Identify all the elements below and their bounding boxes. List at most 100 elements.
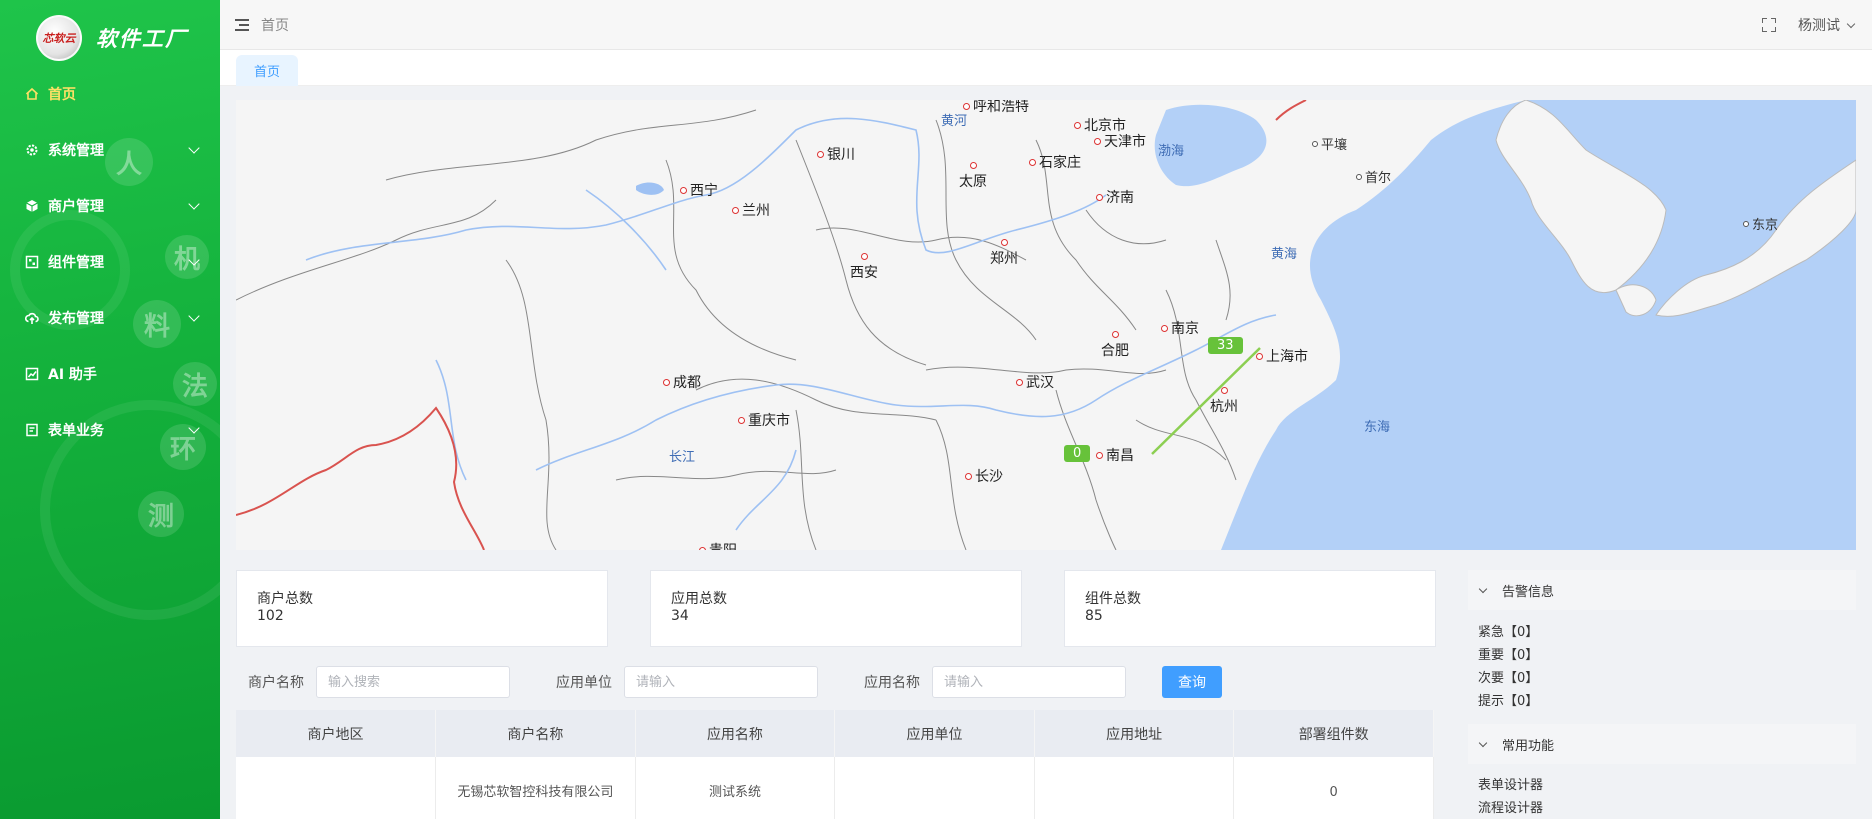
decor-bubble: 测 (138, 491, 184, 537)
alerts-list: 紧急【0】 重要【0】 次要【0】 提示【0】 (1478, 621, 1538, 713)
alerts-panel-header[interactable]: 告警信息 (1468, 570, 1856, 610)
column-header[interactable]: 部署组件数 (1233, 710, 1434, 757)
top-header: 首页 杨测试 (220, 0, 1872, 50)
chevron-down-icon (1478, 584, 1488, 593)
fullscreen-icon[interactable] (1762, 18, 1776, 32)
stat-value: 34 (671, 608, 689, 624)
table-row[interactable]: 无锡芯软智控科技有限公司 测试系统 0 (236, 757, 1434, 819)
city-label: 石家庄 (1029, 152, 1081, 172)
cube-icon (24, 198, 40, 214)
sidebar-item-component[interactable]: 组件管理 (0, 234, 220, 290)
app-table: 商户地区 商户名称 应用名称 应用单位 应用地址 部署组件数 无锡芯软智控科技有… (236, 710, 1434, 819)
column-header[interactable]: 应用名称 (635, 710, 836, 757)
sidebar-item-label: AI 助手 (48, 367, 97, 383)
chevron-down-icon (188, 198, 200, 210)
home-icon (24, 86, 40, 102)
cloud-upload-icon (24, 310, 40, 326)
tab-bar: 首页 (220, 50, 1872, 86)
city-label: 平壤 (1312, 134, 1347, 153)
alert-item: 次要【0】 (1478, 671, 1539, 686)
menu-toggle-icon[interactable] (235, 18, 249, 31)
form-icon (24, 422, 40, 438)
column-header[interactable]: 商户地区 (236, 710, 437, 757)
city-label: 合肥 (1101, 331, 1129, 360)
column-header[interactable]: 应用单位 (834, 710, 1035, 757)
common-item-flow-designer[interactable]: 流程设计器 (1478, 797, 1543, 819)
chevron-down-icon (188, 310, 200, 322)
alert-item: 重要【0】 (1478, 648, 1539, 663)
map-panel[interactable]: 黄河 渤海 黄海 东海 长江 呼和浩特 北京市 天津市 银川 石家庄 太原 西宁… (236, 100, 1856, 550)
common-list: 表单设计器 流程设计器 (1478, 774, 1543, 819)
common-item-form-designer[interactable]: 表单设计器 (1478, 774, 1543, 797)
common-panel-header[interactable]: 常用功能 (1468, 724, 1856, 764)
sidebar-item-merchant[interactable]: 商户管理 (0, 178, 220, 234)
app-unit-input[interactable] (624, 666, 818, 698)
merchant-name-input[interactable] (316, 666, 510, 698)
chevron-down-icon (1846, 19, 1856, 28)
column-header[interactable]: 商户名称 (435, 710, 636, 757)
sidebar-item-form[interactable]: 表单业务 (0, 402, 220, 458)
chevron-down-icon (1478, 738, 1488, 747)
chevron-down-icon (188, 142, 200, 154)
app-unit-label: 应用单位 (556, 675, 612, 691)
city-label: 南京 (1161, 318, 1199, 338)
water-label: 黄海 (1271, 247, 1298, 262)
chevron-down-icon (188, 422, 200, 434)
city-label: 呼和浩特 (963, 100, 1029, 116)
user-menu[interactable]: 杨测试 (1798, 15, 1856, 35)
city-label: 长沙 (965, 466, 1003, 486)
city-label: 武汉 (1016, 372, 1054, 392)
brand-logo: 芯软云 (36, 15, 82, 61)
table-cell (1034, 757, 1235, 819)
city-label: 兰州 (732, 200, 770, 220)
merchant-name-label: 商户名称 (248, 675, 304, 691)
stat-card-merchants: 商户总数 102 (236, 570, 608, 647)
sidebar-item-label: 系统管理 (48, 143, 104, 159)
gear-icon (24, 142, 40, 158)
sidebar-item-label: 组件管理 (48, 255, 104, 271)
chart-icon (24, 366, 40, 382)
city-label: 重庆市 (738, 410, 790, 430)
table-cell: 无锡芯软智控科技有限公司 (435, 757, 636, 819)
city-label: 太原 (959, 162, 987, 191)
city-label: 杭州 (1210, 387, 1238, 416)
city-label: 首尔 (1356, 167, 1391, 186)
app-name-input[interactable] (932, 666, 1126, 698)
city-label: 成都 (663, 372, 701, 392)
brand[interactable]: 芯软云 软件工厂 (36, 14, 188, 62)
sidebar-item-release[interactable]: 发布管理 (0, 290, 220, 346)
brand-name: 软件工厂 (96, 27, 188, 51)
breadcrumb: 首页 (261, 17, 289, 34)
tab-home[interactable]: 首页 (236, 55, 299, 86)
table-cell (236, 757, 437, 819)
sidebar-item-label: 首页 (48, 87, 76, 103)
column-header[interactable]: 应用地址 (1034, 710, 1235, 757)
city-label: 西宁 (680, 180, 718, 200)
stat-label: 组件总数 (1085, 591, 1141, 607)
sidebar-item-system[interactable]: 系统管理 (0, 122, 220, 178)
stat-label: 应用总数 (671, 591, 727, 607)
user-name: 杨测试 (1798, 18, 1840, 34)
query-button[interactable]: 查询 (1162, 666, 1222, 698)
city-label: 郑州 (990, 239, 1018, 268)
alert-item: 紧急【0】 (1478, 625, 1539, 640)
city-label: 贵阳 (699, 540, 737, 550)
stat-value: 85 (1085, 608, 1103, 624)
city-label: 东京 (1743, 214, 1778, 233)
alerts-title: 告警信息 (1502, 584, 1555, 600)
sidebar-item-label: 发布管理 (48, 311, 104, 327)
water-label: 渤海 (1158, 144, 1185, 159)
city-label: 南昌 (1096, 445, 1134, 465)
table-header-row: 商户地区 商户名称 应用名称 应用单位 应用地址 部署组件数 (236, 710, 1434, 757)
chevron-down-icon (188, 254, 200, 266)
city-label: 银川 (817, 144, 855, 164)
sidebar-item-ai[interactable]: AI 助手 (0, 346, 220, 402)
component-icon (24, 254, 40, 270)
city-label: 上海市 (1256, 346, 1308, 366)
app-name-label: 应用名称 (864, 675, 920, 691)
sidebar-item-home[interactable]: 首页 (0, 66, 220, 122)
map-marker[interactable]: 0 (1064, 445, 1091, 462)
city-label: 西安 (850, 253, 878, 282)
map-marker[interactable]: 33 (1208, 337, 1243, 354)
stat-label: 商户总数 (257, 591, 313, 607)
